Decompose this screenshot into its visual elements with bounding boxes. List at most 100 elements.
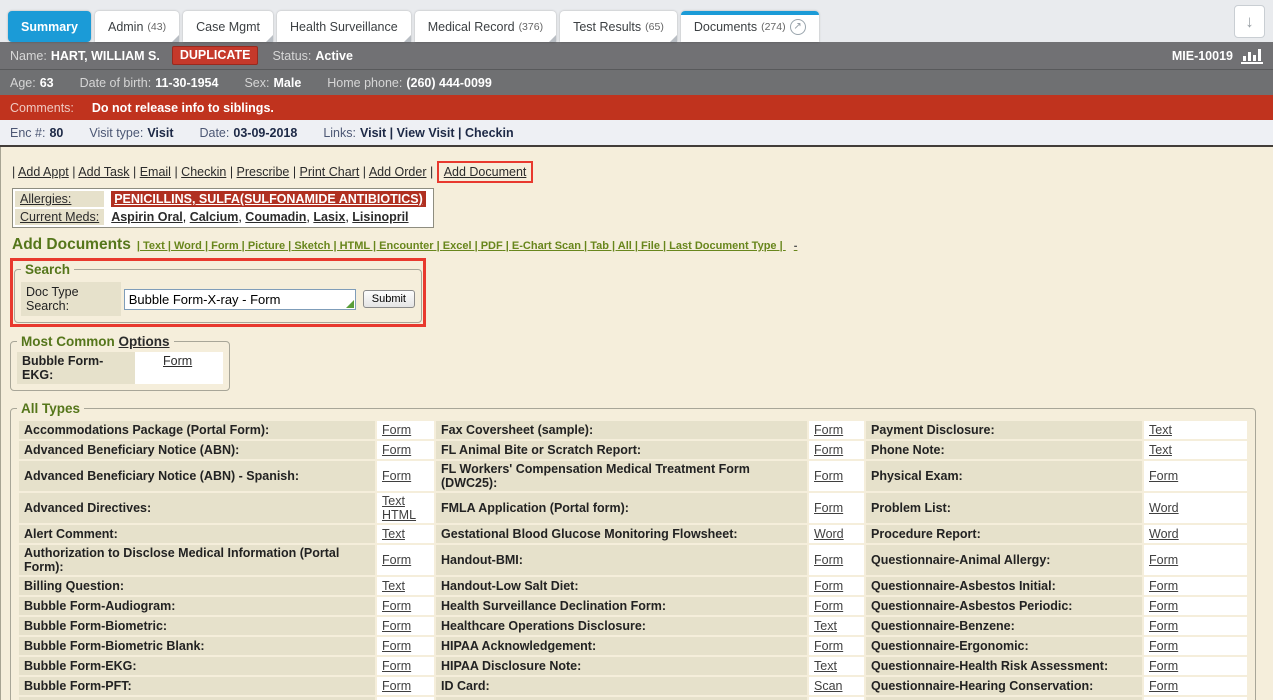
doc-type-link[interactable]: Form xyxy=(814,423,843,437)
all-types-fieldset: All Types Accommodations Package (Portal… xyxy=(10,401,1256,700)
table-row: Bubble Form-Biometric:FormHealthcare Ope… xyxy=(19,617,1247,635)
doc-type-link[interactable]: Word xyxy=(1149,501,1179,515)
tab-admin[interactable]: Admin(43) xyxy=(95,11,179,42)
doc-type-link[interactable]: HTML xyxy=(382,508,416,522)
doc-type-link[interactable]: Form xyxy=(814,469,843,483)
collapse-toggle[interactable]: - xyxy=(794,240,798,252)
doc-category-link[interactable]: File xyxy=(641,240,660,252)
doc-type-search-input[interactable] xyxy=(124,289,356,310)
doc-category-link[interactable]: Picture xyxy=(248,240,285,252)
doc-type-link[interactable]: Form xyxy=(382,639,411,653)
doc-type-link[interactable]: Text xyxy=(382,527,405,541)
doc-category-link[interactable]: E-Chart Scan xyxy=(512,240,581,252)
doc-type-link[interactable]: Form xyxy=(382,599,411,613)
search-fieldset: Search Doc Type Search: Submit xyxy=(14,262,422,323)
doc-type-link[interactable]: Text xyxy=(814,659,837,673)
doc-category-link[interactable]: HTML xyxy=(340,240,370,252)
doc-type-link[interactable]: Text xyxy=(382,494,405,508)
doc-category-link[interactable]: Tab xyxy=(590,240,609,252)
action-link[interactable]: Add Order xyxy=(369,165,427,179)
doc-type-link[interactable]: Form xyxy=(814,443,843,457)
doc-category-link[interactable]: PDF xyxy=(481,240,503,252)
tab-case-mgmt[interactable]: Case Mgmt xyxy=(183,11,273,42)
doc-type-label: Bubble Form-Biometric Blank: xyxy=(19,637,375,655)
doc-type-link[interactable]: Form xyxy=(814,553,843,567)
allergies-link[interactable]: Allergies: xyxy=(20,192,71,206)
action-link[interactable]: Add Task xyxy=(78,165,129,179)
doc-type-link[interactable]: Form xyxy=(382,469,411,483)
current-meds-link[interactable]: Current Meds: xyxy=(20,210,99,224)
options-link[interactable]: Options xyxy=(119,334,170,349)
doc-type-link[interactable]: Form xyxy=(1149,579,1178,593)
action-link[interactable]: Email xyxy=(140,165,171,179)
doc-type-link[interactable]: Form xyxy=(1149,639,1178,653)
action-link[interactable]: Add Document xyxy=(444,165,527,179)
doc-category-link[interactable]: Form xyxy=(211,240,239,252)
visit-date: 03-09-2018 xyxy=(233,126,297,140)
doc-type-link[interactable]: Form xyxy=(163,354,192,368)
doc-type-link[interactable]: Text xyxy=(814,619,837,633)
encounter-link[interactable]: Visit xyxy=(360,126,386,140)
download-button[interactable]: ↓ xyxy=(1234,5,1265,38)
phone-label: Home phone: xyxy=(327,76,402,90)
med-link[interactable]: Aspirin Oral xyxy=(111,210,183,224)
doc-type-link[interactable]: Form xyxy=(1149,659,1178,673)
doc-type-link[interactable]: Form xyxy=(814,599,843,613)
doc-type-link[interactable]: Form xyxy=(382,659,411,673)
allergy-values[interactable]: PENICILLINS, SULFA(SULFONAMIDE ANTIBIOTI… xyxy=(111,191,426,207)
tab-documents[interactable]: Documents(274)↗ xyxy=(681,11,819,42)
doc-type-label: HIPAA Acknowledgement: xyxy=(436,637,807,655)
doc-category-link[interactable]: Excel xyxy=(443,240,472,252)
med-link[interactable]: Lasix xyxy=(313,210,345,224)
doc-type-link[interactable]: Form xyxy=(1149,679,1178,693)
doc-type-label: Health Surveillance Declination Form: xyxy=(436,597,807,615)
doc-type-link-cell: Form xyxy=(1144,545,1247,575)
doc-type-link[interactable]: Form xyxy=(1149,619,1178,633)
doc-type-link[interactable]: Word xyxy=(1149,527,1179,541)
doc-type-link[interactable]: Form xyxy=(814,501,843,515)
doc-category-link[interactable]: Last Document Type xyxy=(669,240,776,252)
doc-type-link[interactable]: Form xyxy=(1149,553,1178,567)
popout-arrow-icon[interactable]: ↗ xyxy=(790,19,806,35)
doc-type-link[interactable]: Form xyxy=(1149,599,1178,613)
doc-type-link-cell: Form xyxy=(809,577,864,595)
tab-summary[interactable]: Summary xyxy=(8,11,91,42)
action-link[interactable]: Prescribe xyxy=(237,165,290,179)
doc-type-link[interactable]: Form xyxy=(382,423,411,437)
table-row: Bubble Form-PFT:FormID Card:ScanQuestion… xyxy=(19,677,1247,695)
med-link[interactable]: Coumadin xyxy=(245,210,306,224)
doc-category-link[interactable]: Encounter xyxy=(379,240,433,252)
table-row: Authorization to Disclose Medical Inform… xyxy=(19,545,1247,575)
med-link[interactable]: Calcium xyxy=(190,210,239,224)
doc-type-link[interactable]: Word xyxy=(814,527,844,541)
action-link[interactable]: Checkin xyxy=(181,165,226,179)
doc-category-link[interactable]: All xyxy=(618,240,632,252)
action-link[interactable]: Add Appt xyxy=(18,165,69,179)
bar-chart-icon[interactable] xyxy=(1241,47,1263,64)
doc-type-link-cell: TextHTML xyxy=(377,493,434,523)
submit-button[interactable]: Submit xyxy=(363,290,415,308)
doc-type-link[interactable]: Text xyxy=(1149,423,1172,437)
tab-health-surveillance[interactable]: Health Surveillance xyxy=(277,11,411,42)
doc-type-link-cell: Form xyxy=(1144,637,1247,655)
doc-type-link[interactable]: Form xyxy=(382,553,411,567)
doc-type-link[interactable]: Text xyxy=(382,579,405,593)
encounter-link[interactable]: View Visit xyxy=(397,126,455,140)
tab-medical-record[interactable]: Medical Record(376) xyxy=(415,11,556,42)
med-link[interactable]: Lisinopril xyxy=(352,210,408,224)
doc-type-link[interactable]: Form xyxy=(814,579,843,593)
action-link[interactable]: Print Chart xyxy=(300,165,360,179)
doc-type-link[interactable]: Form xyxy=(382,679,411,693)
tab-label: Documents xyxy=(694,20,757,34)
doc-category-link[interactable]: Text xyxy=(143,240,165,252)
doc-type-link[interactable]: Form xyxy=(382,619,411,633)
doc-category-link[interactable]: Sketch xyxy=(294,240,330,252)
doc-type-link[interactable]: Scan xyxy=(814,679,843,693)
doc-type-link[interactable]: Form xyxy=(814,639,843,653)
doc-type-link[interactable]: Text xyxy=(1149,443,1172,457)
doc-category-link[interactable]: Word xyxy=(174,240,202,252)
doc-type-link[interactable]: Form xyxy=(1149,469,1178,483)
tab-test-results[interactable]: Test Results(65) xyxy=(560,11,677,42)
doc-type-link[interactable]: Form xyxy=(382,443,411,457)
encounter-link[interactable]: Checkin xyxy=(465,126,514,140)
